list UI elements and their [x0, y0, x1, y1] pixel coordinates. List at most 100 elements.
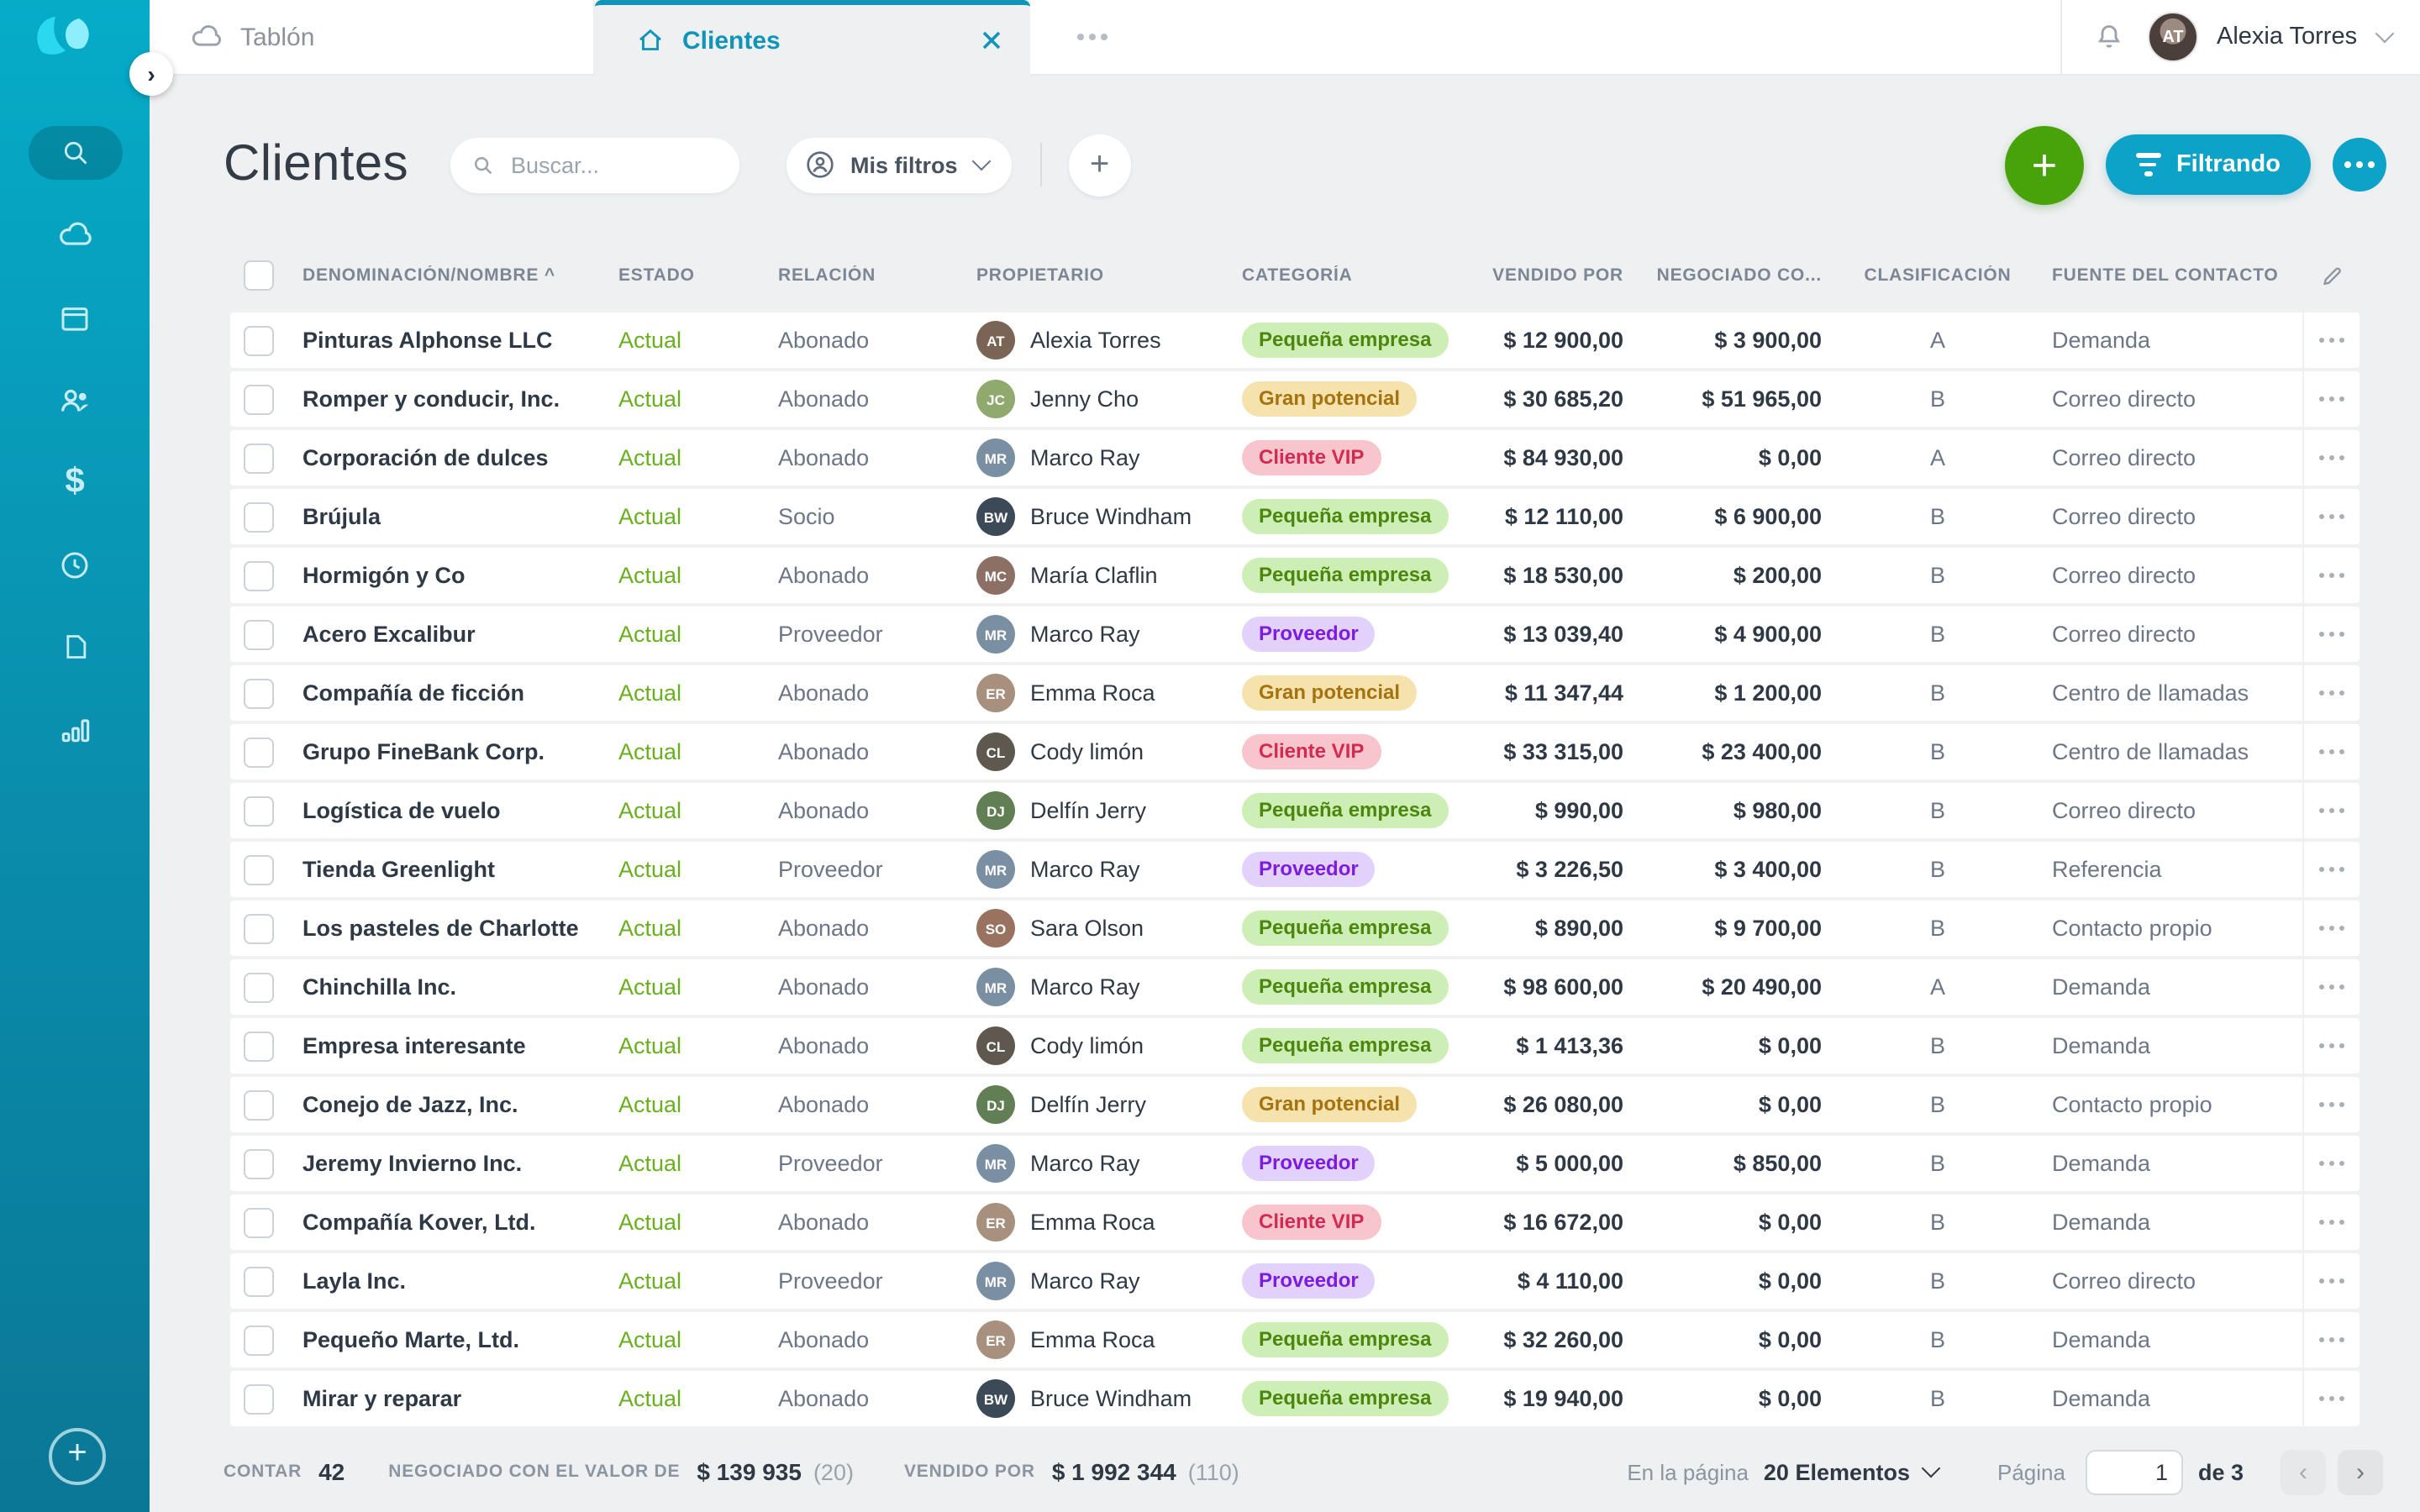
sidebar-item-documents[interactable]	[28, 620, 122, 674]
client-name[interactable]: Layla Inc.	[302, 1268, 618, 1294]
client-name[interactable]: Romper y conducir, Inc.	[302, 386, 618, 412]
user-name[interactable]: Alexia Torres	[2217, 24, 2357, 50]
row-menu-button[interactable]	[2319, 338, 2344, 343]
column-header-negociado[interactable]: NEGOCIADO CO...	[1644, 265, 1842, 286]
client-name[interactable]: Brújula	[302, 504, 618, 529]
client-name[interactable]: Pequeño Marte, Ltd.	[302, 1327, 618, 1352]
sidebar-expand-handle[interactable]: ›	[129, 52, 173, 96]
notifications-bell-icon[interactable]	[2092, 20, 2126, 54]
row-checkbox[interactable]	[244, 1266, 274, 1296]
row-checkbox[interactable]	[244, 1148, 274, 1179]
select-all-checkbox[interactable]	[244, 260, 274, 291]
row-menu-button[interactable]	[2319, 984, 2344, 990]
row-checkbox[interactable]	[244, 501, 274, 532]
row-checkbox[interactable]	[244, 972, 274, 1002]
add-view-button[interactable]: +	[1069, 134, 1131, 196]
column-header-vendido[interactable]: VENDIDO POR	[1477, 265, 1644, 286]
column-header-clasificacion[interactable]: CLASIFICACIÓN	[1842, 265, 2033, 286]
sidebar-add-button[interactable]: +	[49, 1428, 106, 1485]
client-name[interactable]: Compañía Kover, Ltd.	[302, 1210, 618, 1235]
client-name[interactable]: Acero Excalibur	[302, 622, 618, 647]
column-header-relacion[interactable]: RELACIÓN	[778, 265, 976, 286]
chevron-down-icon[interactable]	[1921, 1459, 1940, 1478]
column-header-categoria[interactable]: CATEGORÍA	[1242, 265, 1477, 286]
row-checkbox[interactable]	[244, 384, 274, 414]
client-name[interactable]: Los pasteles de Charlotte	[302, 916, 618, 941]
row-checkbox[interactable]	[244, 795, 274, 826]
column-header-propietario[interactable]: PROPIETARIO	[976, 265, 1242, 286]
row-checkbox[interactable]	[244, 1383, 274, 1414]
row-checkbox[interactable]	[244, 1325, 274, 1355]
sidebar-item-sales[interactable]: $	[28, 455, 122, 509]
row-checkbox[interactable]	[244, 325, 274, 355]
client-name[interactable]: Compañía de ficción	[302, 680, 618, 706]
row-checkbox[interactable]	[244, 854, 274, 885]
chevron-down-icon[interactable]	[2375, 24, 2394, 44]
row-menu-button[interactable]	[2319, 396, 2344, 402]
more-actions-button[interactable]	[2333, 138, 2386, 192]
client-name[interactable]: Empresa interesante	[302, 1033, 618, 1058]
tab-clientes[interactable]: Clientes	[595, 0, 1030, 76]
row-menu-button[interactable]	[2319, 1396, 2344, 1401]
row-menu-button[interactable]	[2319, 1161, 2344, 1166]
search-input[interactable]	[508, 150, 716, 179]
row-checkbox[interactable]	[244, 443, 274, 473]
clasificacion-value: B	[1842, 916, 2033, 941]
prev-page-button[interactable]: ‹	[2281, 1449, 2326, 1494]
client-name[interactable]: Hormigón y Co	[302, 563, 618, 588]
row-checkbox[interactable]	[244, 678, 274, 708]
sidebar-item-history[interactable]	[28, 538, 122, 591]
filtering-button[interactable]: Filtrando	[2106, 134, 2311, 195]
row-checkbox[interactable]	[244, 1207, 274, 1237]
row-menu-button[interactable]	[2319, 690, 2344, 696]
client-name[interactable]: Pinturas Alphonse LLC	[302, 328, 618, 353]
row-menu-button[interactable]	[2319, 455, 2344, 460]
row-menu-button[interactable]	[2319, 573, 2344, 578]
row-checkbox[interactable]	[244, 619, 274, 649]
vendido-value: $ 16 672,00	[1477, 1210, 1644, 1235]
row-menu-button[interactable]	[2319, 1337, 2344, 1342]
client-name[interactable]: Mirar y reparar	[302, 1386, 618, 1411]
client-name[interactable]: Grupo FineBank Corp.	[302, 739, 618, 764]
client-name[interactable]: Corporación de dulces	[302, 445, 618, 470]
client-name[interactable]: Chinchilla Inc.	[302, 974, 618, 1000]
close-tab-icon[interactable]	[976, 25, 1007, 55]
my-filters-button[interactable]: Mis filtros	[786, 137, 1012, 192]
row-menu-button[interactable]	[2319, 514, 2344, 519]
row-checkbox[interactable]	[244, 1031, 274, 1061]
row-menu-button[interactable]	[2319, 808, 2344, 813]
column-header-fuente[interactable]: FUENTE DEL CONTACTO	[2033, 265, 2302, 286]
row-checkbox[interactable]	[244, 913, 274, 943]
user-avatar[interactable]: AT	[2148, 12, 2198, 62]
row-menu-button[interactable]	[2319, 1220, 2344, 1225]
edit-columns-pencil-icon[interactable]	[2317, 261, 2345, 290]
sidebar-item-calendar[interactable]	[28, 291, 122, 344]
column-header-name[interactable]: DENOMINACIÓN/NOMBRE ^	[302, 265, 618, 286]
column-header-estado[interactable]: ESTADO	[618, 265, 778, 286]
row-menu-button[interactable]	[2319, 1278, 2344, 1284]
row-menu-button[interactable]	[2319, 1102, 2344, 1107]
page-number-input[interactable]	[2086, 1449, 2183, 1494]
tab-dashboard[interactable]: Tablón	[150, 0, 595, 74]
row-menu-button[interactable]	[2319, 867, 2344, 872]
per-page-select[interactable]: 20 Elementos	[1764, 1459, 1910, 1484]
row-checkbox[interactable]	[244, 1089, 274, 1120]
sidebar-item-search[interactable]	[28, 126, 122, 180]
row-menu-button[interactable]	[2319, 749, 2344, 754]
estado-value: Actual	[618, 1210, 778, 1235]
row-checkbox[interactable]	[244, 737, 274, 767]
sidebar-item-contacts[interactable]	[28, 373, 122, 427]
next-page-button[interactable]: ›	[2338, 1449, 2383, 1494]
client-name[interactable]: Tienda Greenlight	[302, 857, 618, 882]
client-name[interactable]: Conejo de Jazz, Inc.	[302, 1092, 618, 1117]
sidebar-item-dashboard[interactable]	[28, 208, 122, 262]
add-record-button[interactable]: +	[2005, 125, 2084, 204]
row-menu-button[interactable]	[2319, 926, 2344, 931]
row-menu-button[interactable]	[2319, 1043, 2344, 1048]
tab-overflow-button[interactable]	[1077, 34, 1107, 40]
client-name[interactable]: Jeremy Invierno Inc.	[302, 1151, 618, 1176]
row-checkbox[interactable]	[244, 560, 274, 591]
client-name[interactable]: Logística de vuelo	[302, 798, 618, 823]
row-menu-button[interactable]	[2319, 632, 2344, 637]
sidebar-item-reports[interactable]	[28, 702, 122, 756]
